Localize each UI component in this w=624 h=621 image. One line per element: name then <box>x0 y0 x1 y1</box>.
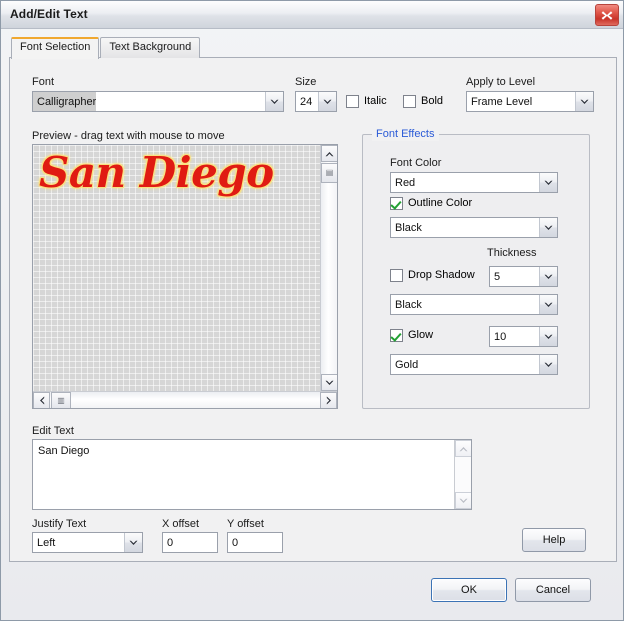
glow-checkbox[interactable]: Glow <box>390 329 433 342</box>
drop-shadow-checkbox-box[interactable] <box>390 269 403 282</box>
drop-shadow-checkbox-label: Drop Shadow <box>408 269 475 281</box>
edit-text-label: Edit Text <box>32 425 74 437</box>
justify-text-label: Justify Text <box>32 518 87 530</box>
thickness-label: Thickness <box>487 247 537 259</box>
outline-color-value: Black <box>395 222 422 234</box>
outline-color-checkbox-label: Outline Color <box>408 197 473 209</box>
preview-vscroll-thumb[interactable]: ▤ <box>321 163 337 183</box>
help-button[interactable]: Help <box>522 528 586 552</box>
edit-text-vertical-scrollbar[interactable] <box>454 440 471 509</box>
tab-strip: Font Selection Text Background <box>11 37 201 59</box>
cancel-button-label: Cancel <box>535 583 571 596</box>
italic-checkbox-box[interactable] <box>346 95 359 108</box>
tab-font-selection-label: Font Selection <box>20 41 91 53</box>
scroll-left-icon[interactable] <box>33 392 50 408</box>
ok-button[interactable]: OK <box>431 578 507 602</box>
outline-color-checkbox[interactable]: Outline Color <box>390 197 472 210</box>
title-bar: Add/Edit Text <box>1 1 623 29</box>
preview-hscroll-track[interactable] <box>50 392 320 408</box>
drop-shadow-thickness-combo[interactable]: 5 <box>489 266 558 287</box>
preview-horizontal-scrollbar[interactable]: ▥ <box>33 391 337 408</box>
glow-thickness-value: 10 <box>494 331 507 343</box>
tab-font-selection[interactable]: Font Selection <box>11 37 100 59</box>
justify-text-value: Left <box>37 537 56 549</box>
edit-text-area[interactable]: San Diego <box>32 439 472 510</box>
font-color-label: Font Color <box>390 157 442 169</box>
scroll-right-icon[interactable] <box>320 392 337 408</box>
scroll-down-icon[interactable] <box>321 374 337 391</box>
font-effects-group: Font Effects Font Color Red Outline Colo… <box>362 128 590 409</box>
preview-text[interactable]: San Diego <box>39 149 274 197</box>
glow-thickness-combo[interactable]: 10 <box>489 326 558 347</box>
edit-text-vscroll-track[interactable] <box>455 457 471 492</box>
scroll-down-icon[interactable] <box>455 492 471 509</box>
size-combo[interactable]: 24 <box>295 91 337 112</box>
chevron-down-icon[interactable] <box>539 267 557 286</box>
italic-checkbox-label: Italic <box>364 95 387 107</box>
preview-label: Preview - drag text with mouse to move <box>32 130 225 142</box>
chevron-down-icon[interactable] <box>539 218 557 237</box>
apply-to-level-label: Apply to Level <box>466 76 536 88</box>
ok-button-label: OK <box>461 583 477 596</box>
glow-checkbox-label: Glow <box>408 329 434 341</box>
chevron-down-icon[interactable] <box>575 92 593 111</box>
x-offset-input[interactable]: 0 <box>162 532 218 553</box>
glow-color-value: Gold <box>395 359 419 371</box>
scroll-thumb-grip-icon: ▥ <box>57 395 65 405</box>
bold-checkbox-label: Bold <box>421 95 444 107</box>
glow-color-combo[interactable]: Gold <box>390 354 558 375</box>
window-title: Add/Edit Text <box>10 7 88 21</box>
add-edit-text-dialog: Add/Edit Text Font Selection Text Backgr… <box>0 0 624 621</box>
chevron-down-icon[interactable] <box>539 173 557 192</box>
drop-shadow-color-combo[interactable]: Black <box>390 294 558 315</box>
scroll-up-icon[interactable] <box>321 145 337 162</box>
tab-text-background[interactable]: Text Background <box>100 37 201 58</box>
cancel-button[interactable]: Cancel <box>515 578 591 602</box>
chevron-down-icon[interactable] <box>124 533 142 552</box>
tab-text-background-label: Text Background <box>109 41 192 53</box>
size-label: Size <box>295 76 317 88</box>
font-combo-value: Calligrapher <box>33 92 97 111</box>
chevron-down-icon[interactable] <box>318 92 336 111</box>
x-offset-label: X offset <box>162 518 200 530</box>
scroll-thumb-grip-icon: ▤ <box>325 168 334 177</box>
font-effects-title: Font Effects <box>372 128 439 141</box>
outline-color-combo[interactable]: Black <box>390 217 558 238</box>
preview-hscroll-thumb[interactable]: ▥ <box>51 392 71 408</box>
font-combo[interactable]: Calligrapher ​ <box>32 91 284 112</box>
drop-shadow-color-value: Black <box>395 299 422 311</box>
chevron-down-icon[interactable] <box>539 327 557 346</box>
glow-checkbox-box[interactable] <box>390 329 403 342</box>
chevron-down-icon[interactable] <box>265 92 283 111</box>
size-combo-value: 24 <box>300 96 313 108</box>
edit-text-value[interactable]: San Diego <box>38 444 89 458</box>
drop-shadow-checkbox[interactable]: Drop Shadow <box>390 269 475 282</box>
font-selection-panel: Font Calligrapher ​ Size 24 Italic Bold <box>9 57 617 562</box>
help-button-label: Help <box>542 533 566 546</box>
preview-vertical-scrollbar[interactable]: ▤ <box>320 145 337 391</box>
drop-shadow-thickness-value: 5 <box>494 271 501 283</box>
chevron-down-icon[interactable] <box>539 355 557 374</box>
apply-to-level-combo[interactable]: Frame Level <box>466 91 594 112</box>
preview-frame[interactable]: San Diego ▤ ▥ <box>32 144 338 409</box>
font-label: Font <box>32 76 55 88</box>
scroll-up-icon[interactable] <box>455 440 471 457</box>
justify-text-combo[interactable]: Left <box>32 532 143 553</box>
italic-checkbox[interactable]: Italic <box>346 95 387 108</box>
apply-to-level-value: Frame Level <box>471 96 533 108</box>
font-color-value: Red <box>395 177 416 189</box>
preview-vscroll-track[interactable] <box>321 162 337 374</box>
y-offset-label: Y offset <box>227 518 264 530</box>
bold-checkbox-box[interactable] <box>403 95 416 108</box>
font-combo-caret-spacer: ​ <box>96 92 265 111</box>
bold-checkbox[interactable]: Bold <box>403 95 443 108</box>
preview-canvas[interactable]: San Diego <box>33 145 321 392</box>
y-offset-input[interactable]: 0 <box>227 532 283 553</box>
chevron-down-icon[interactable] <box>539 295 557 314</box>
close-icon[interactable] <box>595 4 619 26</box>
outline-color-checkbox-box[interactable] <box>390 197 403 210</box>
font-color-combo[interactable]: Red <box>390 172 558 193</box>
